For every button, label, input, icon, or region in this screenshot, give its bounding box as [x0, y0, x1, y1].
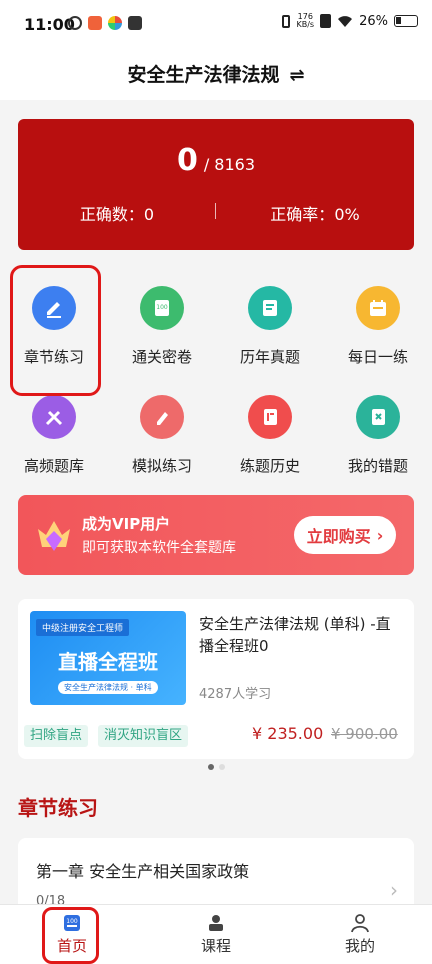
- battery-icon: [394, 15, 418, 27]
- answered-count: 0: [176, 143, 198, 178]
- status-bar: 11:00 176 KB/s 26%: [0, 0, 432, 48]
- course-students: 4287人学习: [199, 687, 272, 702]
- app-badge-icon: [88, 16, 102, 30]
- buy-now-label: 立即购买: [306, 527, 371, 546]
- correct-value: 0: [143, 205, 155, 224]
- nav-item-courses[interactable]: 课程: [144, 905, 288, 964]
- nav-highlight-box: [42, 907, 99, 964]
- battery-text: 26%: [359, 13, 388, 29]
- pencil-circle-icon: [140, 395, 184, 439]
- progress-count: 0 / 8163: [18, 143, 414, 178]
- total-count: / 8163: [203, 155, 256, 174]
- buy-now-button[interactable]: 立即购买 ›: [294, 516, 396, 554]
- carousel-dot-active: [207, 764, 214, 770]
- history-book-icon: [248, 395, 292, 439]
- no-sim-icon: [320, 14, 332, 28]
- swap-icon[interactable]: ⇌: [289, 65, 304, 86]
- vip-title: 成为VIP用户: [82, 515, 171, 533]
- calendar-icon: [356, 286, 400, 330]
- grid-item-pass-exam[interactable]: 100 通关密卷: [108, 286, 216, 367]
- vip-banner[interactable]: 成为VIP用户 即可获取本软件全套题库 立即购买 ›: [18, 495, 414, 575]
- page-title: 安全生产法律法规: [127, 64, 280, 86]
- network-speed: 176 KB/s: [296, 13, 314, 29]
- course-price: ¥ 235.00: [252, 724, 324, 743]
- grid-item-daily-practice[interactable]: 每日一练: [324, 286, 432, 367]
- course-teacher-icon: [206, 913, 226, 933]
- course-tag: 消灭知识盲区: [98, 725, 189, 747]
- svg-text:100: 100: [156, 304, 168, 311]
- diamond-crown-icon: [38, 521, 70, 551]
- correct-count: 正确数：0: [18, 201, 216, 225]
- carousel-dot: [218, 764, 225, 770]
- course-card[interactable]: 中级注册安全工程师 直播全程班 安全生产法律法规 · 单科 安全生产法律法规 (…: [18, 599, 414, 759]
- grid-item-past-papers[interactable]: 历年真题: [216, 286, 324, 367]
- correct-label: 正确数：: [79, 205, 144, 224]
- paper-100-icon: 100: [140, 286, 184, 330]
- page-title-row: 安全生产法律法规 ⇌: [0, 60, 432, 87]
- rate-label: 正确率：: [270, 205, 335, 224]
- vip-subtitle: 即可获取本软件全套题库: [82, 540, 236, 556]
- grid-item-practice-history[interactable]: 练题历史: [216, 395, 324, 476]
- grid-item-wrong-questions[interactable]: 我的错题: [324, 395, 432, 476]
- course-tag: 扫除盲点: [24, 725, 89, 747]
- nav-label: 课程: [200, 937, 231, 955]
- carousel-dots: [0, 764, 432, 770]
- grid-label: 练题历史: [239, 457, 300, 475]
- pen-cross-icon: [32, 395, 76, 439]
- status-right: 176 KB/s 26%: [282, 13, 418, 29]
- header: 安全生产法律法规 ⇌: [0, 48, 432, 100]
- highlight-box: [10, 265, 101, 396]
- thumb-main-title: 直播全程班: [58, 650, 158, 674]
- link-icon: [68, 16, 82, 30]
- stats-divider: [215, 203, 216, 219]
- grid-item-mock-practice[interactable]: 模拟练习: [108, 395, 216, 476]
- stats-row: 正确数：0 正确率：0%: [18, 201, 414, 225]
- person-icon: [350, 913, 370, 933]
- nav-item-mine[interactable]: 我的: [288, 905, 432, 964]
- chevron-right-icon: ›: [376, 525, 384, 545]
- correct-rate: 正确率：0%: [216, 201, 414, 225]
- grid-label: 模拟练习: [131, 457, 192, 475]
- section-title: 章节练习: [18, 796, 98, 820]
- notification-icons: [68, 16, 142, 30]
- grid-label: 通关密卷: [131, 348, 192, 366]
- grid-item-frequent-bank[interactable]: 高频题库: [0, 395, 108, 476]
- vibrate-icon: [282, 14, 291, 28]
- pinwheel-icon: [108, 16, 122, 30]
- chapter-name: 第一章 安全生产相关国家政策: [36, 862, 250, 881]
- grid-label: 高频题库: [23, 457, 84, 475]
- speed-unit: KB/s: [296, 20, 315, 29]
- grid-label: 我的错题: [347, 457, 408, 475]
- grid-label: 历年真题: [239, 348, 300, 366]
- grid-label: 每日一练: [347, 348, 408, 366]
- wrong-book-icon: [356, 395, 400, 439]
- thumb-subtitle: 安全生产法律法规 · 单科: [58, 681, 158, 694]
- document-icon: [248, 286, 292, 330]
- rate-value: 0%: [334, 205, 360, 224]
- thumb-top-label: 中级注册安全工程师: [36, 619, 130, 636]
- course-original-price: ¥ 900.00: [331, 725, 398, 743]
- message-icon: [128, 16, 142, 30]
- wifi-icon: [338, 15, 353, 27]
- stats-card: 0/ 8163 正确数：0 正确率：0%: [18, 119, 414, 250]
- chevron-right-icon: ›: [390, 878, 398, 902]
- course-title: 安全生产法律法规 (单科) -直播全程班0: [199, 615, 391, 655]
- course-thumbnail: 中级注册安全工程师 直播全程班 安全生产法律法规 · 单科: [30, 611, 186, 705]
- nav-label: 我的: [344, 937, 375, 955]
